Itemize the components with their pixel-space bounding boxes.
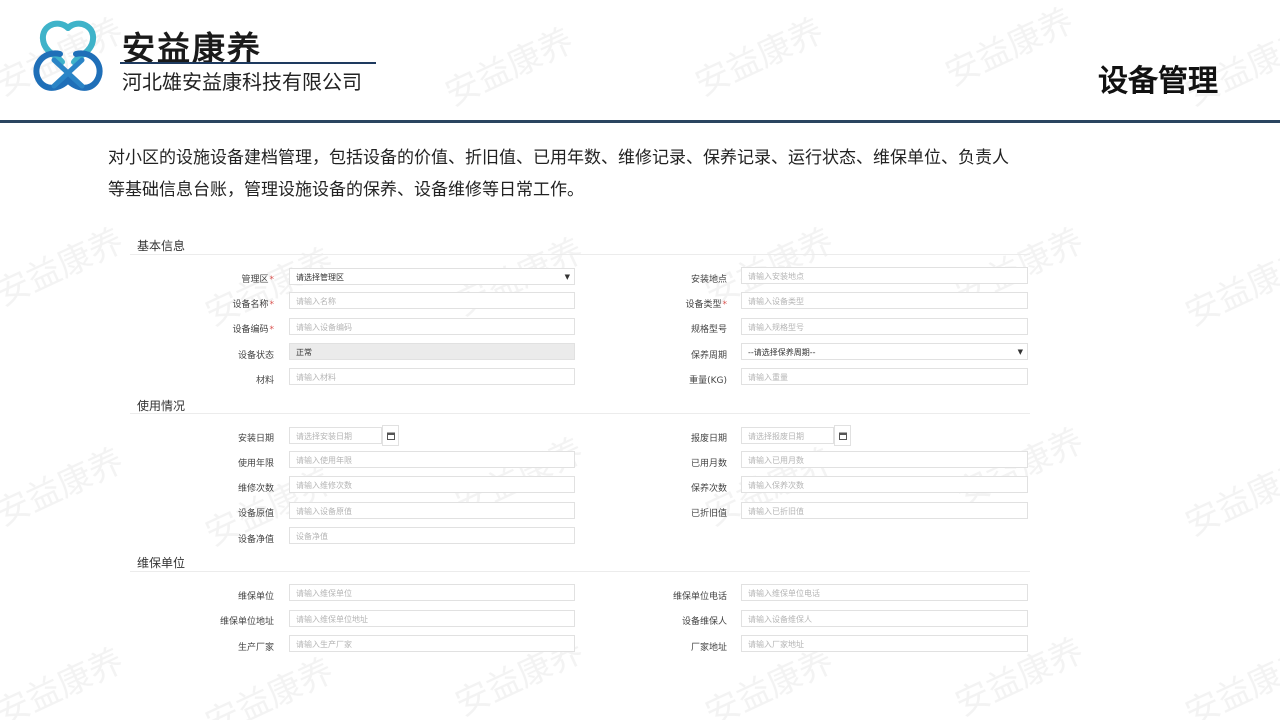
management-area-label: 管理区* <box>241 275 274 285</box>
section-title-usage: 使用情况 <box>137 399 186 413</box>
device-name-label: 设备名称* <box>232 300 274 310</box>
original-value-label: 设备原值 <box>237 509 274 519</box>
weight-input[interactable]: 请输入重量 <box>741 368 1028 385</box>
maintain-unit-label: 维保单位 <box>237 592 274 602</box>
maintain-unit-input[interactable]: 请输入维保单位 <box>289 584 575 601</box>
depreciated-label: 已折旧值 <box>690 509 727 519</box>
maintain-count-input[interactable]: 请输入保养次数 <box>741 476 1028 493</box>
watermark-text: 安益康养 <box>0 640 130 720</box>
page-title: 设备管理 <box>1098 64 1218 99</box>
header-divider <box>0 120 1280 123</box>
factory-address-input[interactable]: 请输入厂家地址 <box>741 635 1028 652</box>
material-label: 材料 <box>255 376 274 386</box>
device-form: 基本信息 管理区* 请选择管理区 ▼ 安装地点 请输入安装地点 设备名称* 请输入… <box>130 232 1030 662</box>
used-months-input[interactable]: 请输入已用月数 <box>741 451 1028 468</box>
manufacturer-input[interactable]: 请输入生产厂家 <box>289 635 575 652</box>
section-divider <box>130 571 1030 572</box>
section-title-basic: 基本信息 <box>137 239 186 253</box>
device-keeper-input[interactable]: 请输入设备维保人 <box>741 610 1028 627</box>
chevron-down-icon: ▼ <box>1017 348 1023 356</box>
device-code-label: 设备编码* <box>232 325 274 335</box>
maintain-unit-address-input[interactable]: 请输入维保单位地址 <box>289 610 575 627</box>
device-status-field: 正常 <box>289 343 575 360</box>
calendar-icon[interactable] <box>382 425 399 446</box>
factory-address-label: 厂家地址 <box>690 643 727 653</box>
device-name-input[interactable]: 请输入名称 <box>289 292 575 309</box>
repair-count-input[interactable]: 请输入维修次数 <box>289 476 575 493</box>
maintain-unit-phone-input[interactable]: 请输入维保单位电话 <box>741 584 1028 601</box>
install-location-label: 安装地点 <box>690 275 727 285</box>
service-years-input[interactable]: 请输入使用年限 <box>289 451 575 468</box>
manufacturer-label: 生产厂家 <box>237 643 274 653</box>
chevron-down-icon: ▼ <box>564 273 570 281</box>
service-years-label: 使用年限 <box>237 459 274 469</box>
company-logo-icon <box>33 20 103 91</box>
maintain-unit-phone-label: 维保单位电话 <box>672 592 727 602</box>
repair-count-label: 维修次数 <box>237 484 274 494</box>
material-input[interactable]: 请输入材料 <box>289 368 575 385</box>
watermark-text: 安益康养 <box>1179 240 1280 335</box>
maintain-unit-address-label: 维保单位地址 <box>219 617 274 627</box>
original-value-input[interactable]: 请输入设备原值 <box>289 502 575 519</box>
maintain-count-label: 保养次数 <box>690 484 727 494</box>
maintain-cycle-select[interactable]: --请选择保养周期-- ▼ <box>741 343 1028 360</box>
description-line: 对小区的设施设备建档管理，包括设备的价值、折旧值、已用年数、维修记录、保养记录、… <box>108 148 1009 168</box>
maintain-cycle-label: 保养周期 <box>690 351 727 361</box>
device-type-input[interactable]: 请输入设备类型 <box>741 292 1028 309</box>
spec-model-label: 规格型号 <box>690 325 727 335</box>
install-location-input[interactable]: 请输入安装地点 <box>741 267 1028 284</box>
depreciated-input[interactable]: 请输入已折旧值 <box>741 502 1028 519</box>
net-value-input[interactable]: 设备净值 <box>289 527 575 544</box>
device-keeper-label: 设备维保人 <box>681 617 727 627</box>
net-value-label: 设备净值 <box>237 535 274 545</box>
section-divider <box>130 254 1030 255</box>
company-name: 河北雄安益康科技有限公司 <box>122 70 362 94</box>
brand-divider <box>120 62 376 64</box>
page-description: 对小区的设施设备建档管理，包括设备的价值、折旧值、已用年数、维修记录、保养记录、… <box>108 142 1148 206</box>
slide-header: 安益康养 河北雄安益康科技有限公司 设备管理 <box>0 0 1280 123</box>
watermark-text: 安益康养 <box>0 220 130 315</box>
install-date-label: 安装日期 <box>237 434 274 444</box>
scrap-date-input[interactable]: 请选择报废日期 <box>741 427 834 444</box>
section-divider <box>130 413 1030 414</box>
device-code-input[interactable]: 请输入设备编码 <box>289 318 575 335</box>
watermark-text: 安益康养 <box>0 440 130 535</box>
description-line: 等基础信息台账，管理设施设备的保养、设备维修等日常工作。 <box>108 180 584 200</box>
device-type-label: 设备类型* <box>685 300 727 310</box>
install-date-input[interactable]: 请选择安装日期 <box>289 427 382 444</box>
watermark-text: 安益康养 <box>1179 640 1280 720</box>
calendar-icon[interactable] <box>834 425 851 446</box>
weight-label: 重量(KG) <box>689 376 727 386</box>
watermark-text: 安益康养 <box>1179 450 1280 545</box>
management-area-select[interactable]: 请选择管理区 ▼ <box>289 268 575 285</box>
scrap-date-label: 报废日期 <box>690 434 727 444</box>
used-months-label: 已用月数 <box>690 459 727 469</box>
device-status-label: 设备状态 <box>237 351 274 361</box>
spec-model-input[interactable]: 请输入规格型号 <box>741 318 1028 335</box>
section-title-maintenance: 维保单位 <box>137 556 186 570</box>
